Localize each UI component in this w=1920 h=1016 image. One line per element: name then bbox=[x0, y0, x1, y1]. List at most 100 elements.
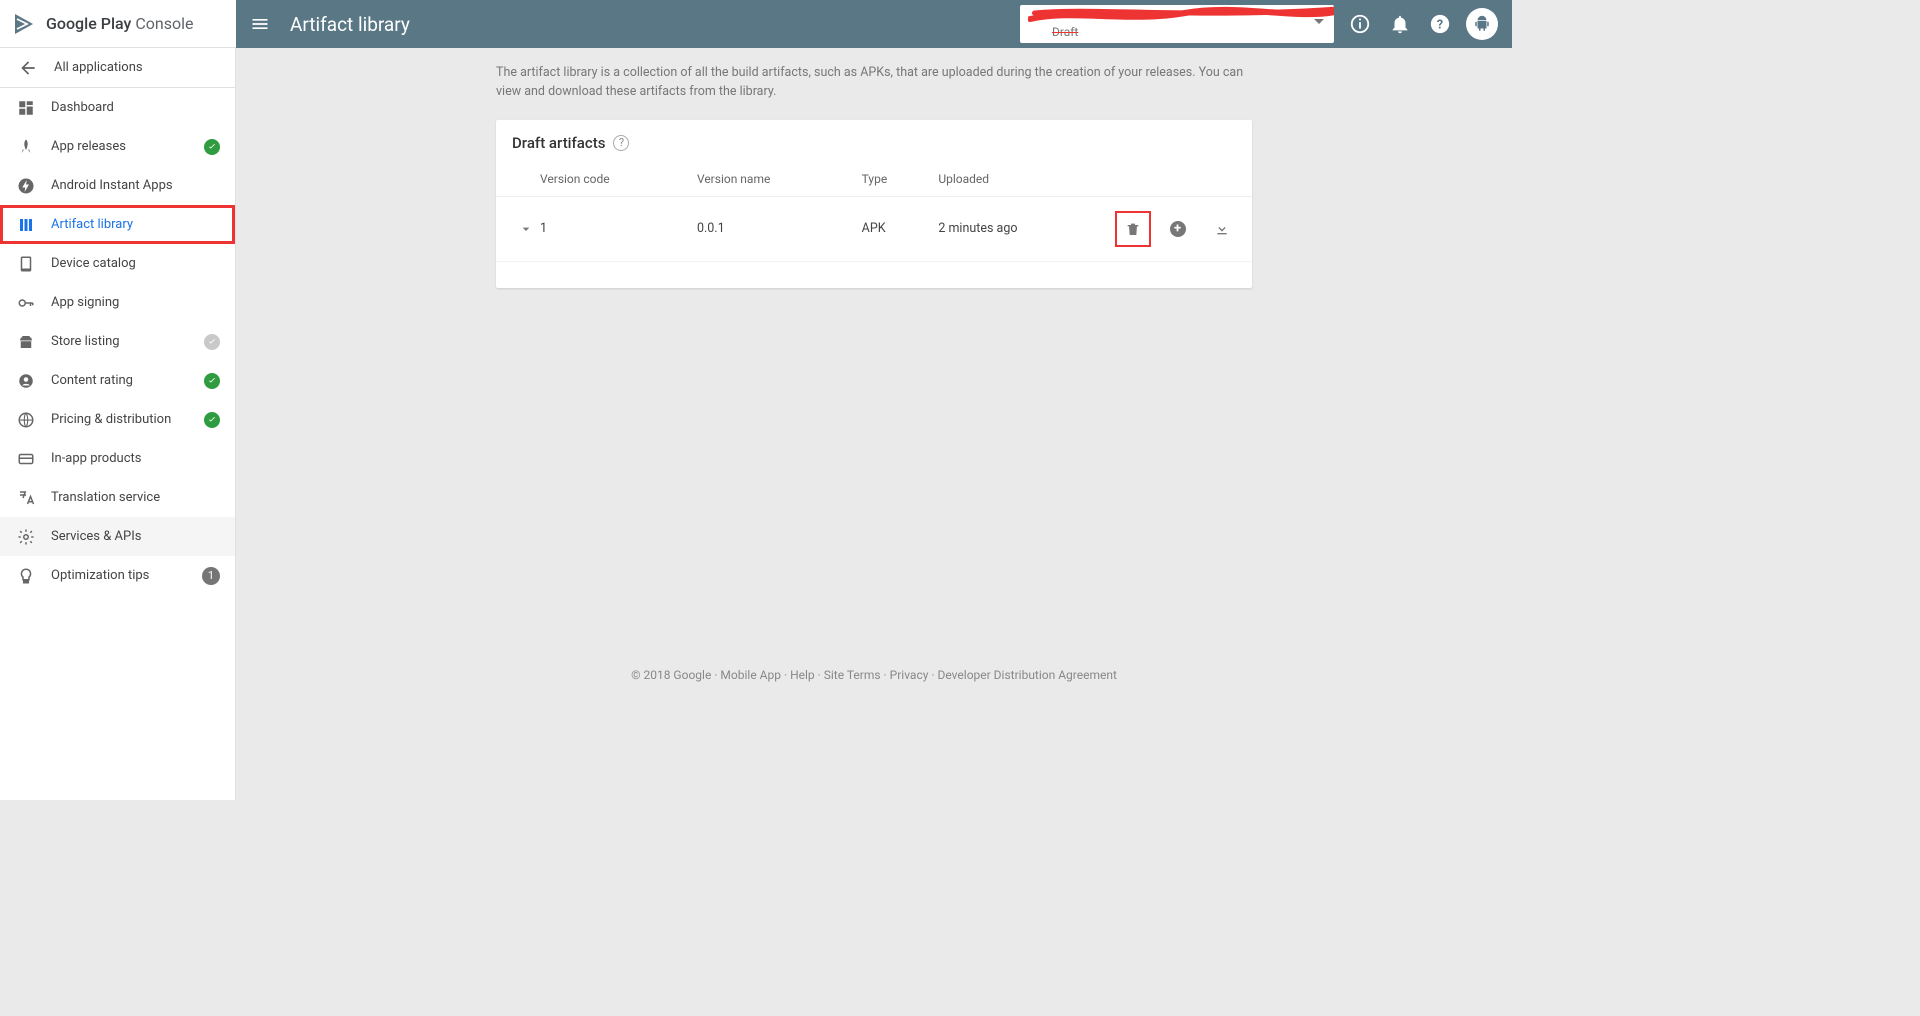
page-description: The artifact library is a collection of … bbox=[496, 64, 1252, 102]
header: Google Play Console Artifact library Dra… bbox=[0, 0, 1512, 48]
cell-version-name: 0.0.1 bbox=[697, 196, 862, 261]
check-badge bbox=[204, 373, 220, 389]
sidebar-item-label: Translation service bbox=[51, 490, 160, 505]
cog-icon bbox=[17, 528, 35, 546]
sidebar: All applications Dashboard App releases … bbox=[0, 48, 236, 800]
info-button[interactable] bbox=[1340, 4, 1380, 44]
footer-link-dda[interactable]: Developer Distribution Agreement bbox=[938, 668, 1117, 682]
footer-link-help[interactable]: Help bbox=[790, 668, 815, 682]
dashboard-icon bbox=[17, 99, 35, 117]
svg-text:?: ? bbox=[1437, 18, 1443, 33]
sidebar-item-label: App signing bbox=[51, 295, 119, 310]
card-icon bbox=[17, 450, 35, 468]
check-icon bbox=[207, 142, 217, 152]
trash-icon bbox=[1125, 221, 1141, 237]
back-label: All applications bbox=[54, 60, 143, 75]
draft-artifacts-card: Draft artifacts ? Version code Version n… bbox=[496, 120, 1252, 288]
check-badge-incomplete bbox=[204, 334, 220, 350]
sidebar-store-listing[interactable]: Store listing bbox=[0, 322, 235, 361]
play-logo-icon bbox=[12, 12, 36, 36]
sidebar-translation[interactable]: Translation service bbox=[0, 478, 235, 517]
info-icon bbox=[1349, 13, 1371, 35]
sidebar-item-label: Services & APIs bbox=[51, 529, 141, 544]
key-icon bbox=[17, 294, 35, 312]
sidebar-content-rating[interactable]: Content rating bbox=[0, 361, 235, 400]
hamburger-icon bbox=[250, 14, 270, 34]
app-selector-subtext: Draft bbox=[1052, 25, 1078, 39]
translate-icon bbox=[17, 489, 35, 507]
footer: © 2018 Google · Mobile App · Help · Site… bbox=[496, 668, 1252, 682]
check-icon bbox=[207, 415, 217, 425]
logo-text: Google Play Console bbox=[46, 14, 194, 33]
check-badge bbox=[204, 412, 220, 428]
cell-uploaded: 2 minutes ago bbox=[938, 196, 1103, 261]
add-button[interactable]: + bbox=[1170, 221, 1186, 237]
main-content: The artifact library is a collection of … bbox=[236, 48, 1512, 800]
sidebar-app-signing[interactable]: App signing bbox=[0, 283, 235, 322]
arrow-left-icon bbox=[18, 58, 38, 78]
sidebar-artifact-library[interactable]: Artifact library bbox=[0, 205, 235, 244]
footer-link-privacy[interactable]: Privacy bbox=[890, 668, 929, 682]
sidebar-dashboard[interactable]: Dashboard bbox=[0, 88, 235, 127]
sidebar-in-app-products[interactable]: In-app products bbox=[0, 439, 235, 478]
sidebar-pricing[interactable]: Pricing & distribution bbox=[0, 400, 235, 439]
check-badge bbox=[204, 139, 220, 155]
check-icon bbox=[207, 376, 217, 386]
sidebar-item-label: Dashboard bbox=[51, 100, 114, 115]
check-icon bbox=[207, 337, 217, 347]
delete-highlight bbox=[1115, 211, 1151, 247]
bolt-icon bbox=[17, 177, 35, 195]
help-icon: ? bbox=[1429, 13, 1451, 35]
sidebar-device-catalog[interactable]: Device catalog bbox=[0, 244, 235, 283]
page-title: Artifact library bbox=[290, 13, 410, 36]
card-help-icon[interactable]: ? bbox=[613, 135, 629, 151]
card-title: Draft artifacts bbox=[512, 134, 605, 152]
store-icon bbox=[17, 333, 35, 351]
tips-count-badge: 1 bbox=[202, 567, 220, 585]
sidebar-item-label: Pricing & distribution bbox=[51, 412, 171, 427]
help-button[interactable]: ? bbox=[1420, 4, 1460, 44]
cell-version-code: 1 bbox=[540, 196, 697, 261]
rating-icon bbox=[17, 372, 35, 390]
account-avatar[interactable] bbox=[1466, 8, 1498, 40]
expand-row-button[interactable] bbox=[512, 215, 540, 243]
sidebar-item-label: In-app products bbox=[51, 451, 141, 466]
redaction-scribble bbox=[1028, 5, 1334, 25]
rocket-icon bbox=[17, 138, 35, 156]
menu-button[interactable] bbox=[236, 0, 284, 48]
col-type: Type bbox=[862, 162, 939, 197]
sidebar-item-label: Artifact library bbox=[51, 217, 133, 232]
sidebar-item-label: Content rating bbox=[51, 373, 133, 388]
download-button[interactable] bbox=[1208, 215, 1236, 243]
sidebar-item-label: Store listing bbox=[51, 334, 120, 349]
table-row: 1 0.0.1 APK 2 minutes ago + bbox=[496, 196, 1252, 261]
sidebar-item-label: App releases bbox=[51, 139, 126, 154]
delete-button[interactable] bbox=[1119, 215, 1147, 243]
footer-link-terms[interactable]: Site Terms bbox=[824, 668, 881, 682]
sidebar-instant-apps[interactable]: Android Instant Apps bbox=[0, 166, 235, 205]
col-version-name: Version name bbox=[697, 162, 862, 197]
download-icon bbox=[1214, 221, 1230, 237]
sidebar-optimization-tips[interactable]: Optimization tips 1 bbox=[0, 556, 235, 595]
android-icon bbox=[1473, 15, 1491, 33]
sidebar-services-apis[interactable]: Services & APIs bbox=[0, 517, 235, 556]
logo[interactable]: Google Play Console bbox=[0, 0, 236, 48]
library-icon bbox=[17, 216, 35, 234]
footer-copyright: © 2018 Google bbox=[631, 668, 711, 682]
footer-link-mobile[interactable]: Mobile App bbox=[720, 668, 781, 682]
app-selector[interactable]: Draft bbox=[1020, 5, 1334, 43]
sidebar-item-label: Optimization tips bbox=[51, 568, 149, 583]
sidebar-app-releases[interactable]: App releases bbox=[0, 127, 235, 166]
cell-type: APK bbox=[862, 196, 939, 261]
sidebar-item-label: Device catalog bbox=[51, 256, 136, 271]
device-icon bbox=[17, 255, 35, 273]
bulb-icon bbox=[17, 567, 35, 585]
sidebar-item-label: Android Instant Apps bbox=[51, 178, 173, 193]
globe-icon bbox=[17, 411, 35, 429]
caret-down-icon bbox=[1314, 19, 1324, 24]
artifacts-table: Version code Version name Type Uploaded … bbox=[496, 162, 1252, 262]
notifications-button[interactable] bbox=[1380, 4, 1420, 44]
col-version-code: Version code bbox=[540, 162, 697, 197]
chevron-down-icon bbox=[518, 221, 534, 237]
back-all-applications[interactable]: All applications bbox=[0, 48, 235, 88]
